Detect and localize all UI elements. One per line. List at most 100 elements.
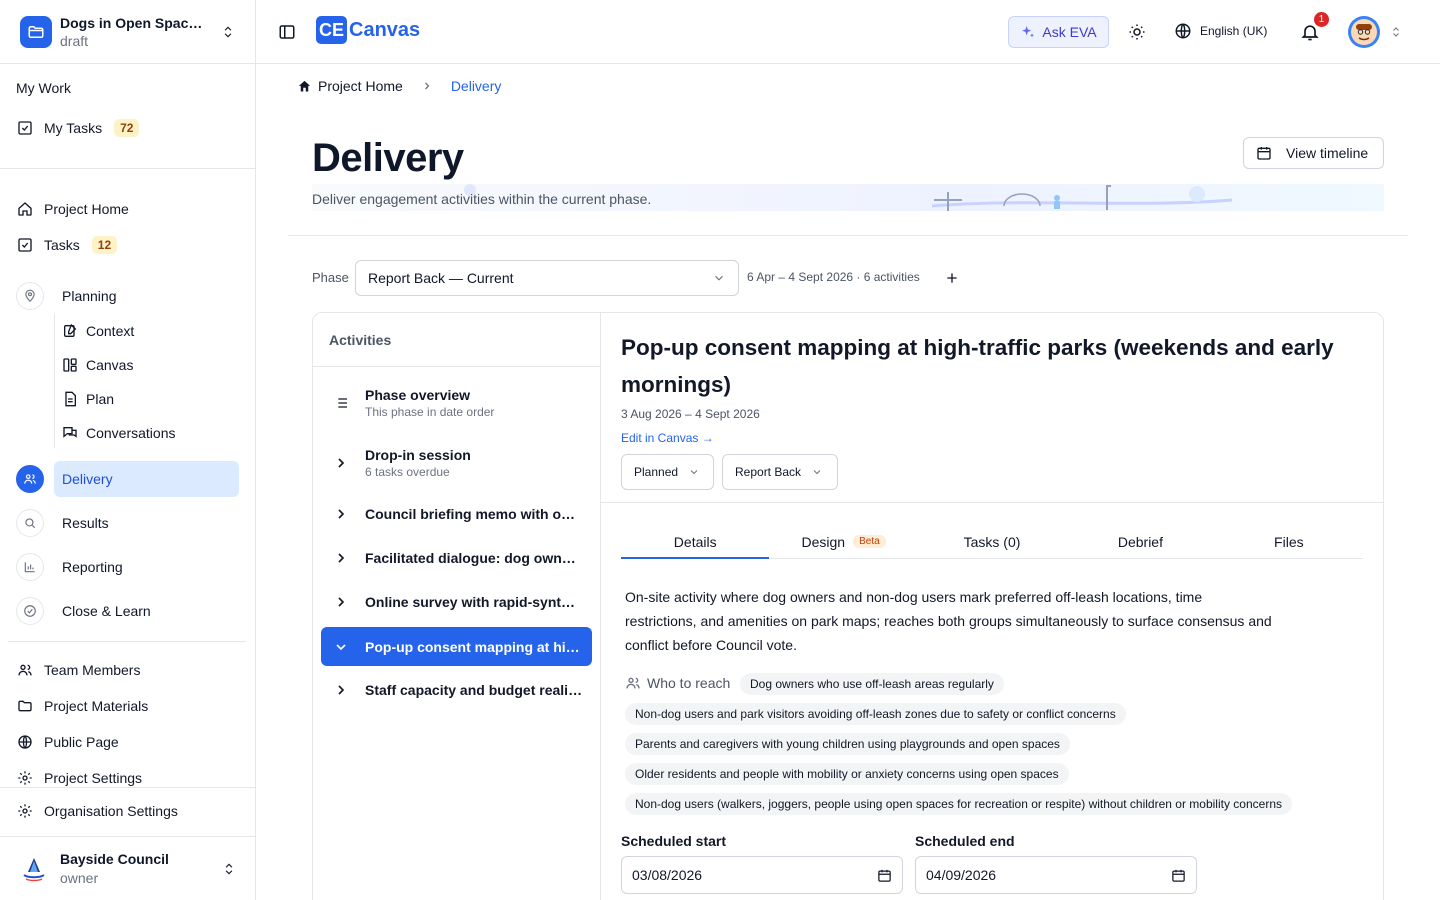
phase-assign-select[interactable]: Report Back	[722, 454, 838, 490]
nav-planning[interactable]: Planning	[16, 280, 117, 312]
nav-my-tasks[interactable]: My Tasks 72	[16, 116, 140, 140]
ask-eva-label: Ask EVA	[1042, 24, 1097, 40]
audience-chip: Parents and caregivers with young childr…	[625, 733, 1070, 755]
audience-chip: Older residents and people with mobility…	[625, 763, 1069, 785]
chevron-down-icon	[811, 466, 823, 478]
nav-reporting[interactable]: Reporting	[16, 551, 123, 583]
home-icon	[16, 200, 34, 218]
tab-tasks[interactable]: Tasks (0)	[918, 525, 1066, 558]
scheduled-end-input[interactable]: 04/09/2026	[915, 856, 1197, 894]
tab-files[interactable]: Files	[1215, 525, 1363, 558]
tab-details[interactable]: Details	[621, 525, 770, 559]
page-title: Delivery	[312, 136, 464, 180]
nav-project-settings-label: Project Settings	[44, 770, 143, 786]
globe-icon	[1174, 22, 1192, 40]
nav-conversations[interactable]: Conversations	[62, 423, 176, 443]
chevron-right-icon	[333, 682, 349, 698]
activity-item[interactable]: Staff capacity and budget reality check	[321, 679, 592, 701]
document-icon	[62, 391, 78, 407]
org-name: Bayside Council	[60, 851, 169, 867]
nav-delivery[interactable]: Delivery	[16, 463, 113, 495]
org-switcher[interactable]: Bayside Council owner	[0, 836, 256, 900]
avatar	[1348, 16, 1380, 48]
add-activity-icon[interactable]	[944, 270, 960, 286]
activity-panel: Activities Phase overview This phase in …	[312, 312, 1384, 900]
search-icon	[16, 509, 44, 537]
activity-detail-title: Pop-up consent mapping at high-traffic p…	[621, 335, 1334, 397]
activity-title: Drop-in session	[365, 447, 471, 463]
notifications-button[interactable]: 1	[1300, 12, 1329, 42]
tab-debrief[interactable]: Debrief	[1066, 525, 1214, 558]
user-menu[interactable]	[1348, 16, 1402, 48]
breadcrumb: Project Home Delivery	[297, 78, 501, 94]
nav-close-learn[interactable]: Close & Learn	[16, 595, 151, 627]
layout-icon	[62, 357, 78, 373]
status-select-value: Planned	[634, 465, 679, 479]
nav-context[interactable]: Context	[62, 321, 134, 341]
nav-delivery-label: Delivery	[62, 471, 113, 487]
view-timeline-button[interactable]: View timeline	[1243, 137, 1384, 169]
nav-canvas[interactable]: Canvas	[62, 355, 133, 375]
activity-item-selected[interactable]: Pop-up consent mapping at high-traffic p…	[321, 627, 592, 666]
scheduled-end-label: Scheduled end	[915, 833, 1015, 849]
phase-overview-title: Phase overview	[365, 387, 471, 403]
breadcrumb-current: Delivery	[450, 78, 502, 94]
nav-organisation-settings-label: Organisation Settings	[44, 803, 178, 819]
nav-tasks-label: Tasks	[44, 237, 80, 253]
activity-item[interactable]: Drop-in session 6 tasks overdue	[321, 443, 592, 483]
theme-toggle-icon[interactable]	[1128, 23, 1146, 41]
list-icon	[333, 395, 349, 411]
project-switcher[interactable]: Dogs in Open Space Management draft	[0, 0, 255, 64]
activity-detail: Pop-up consent mapping at high-traffic p…	[601, 313, 1383, 900]
nav-project-materials[interactable]: Project Materials	[16, 694, 148, 718]
activity-item[interactable]: Council briefing memo with options analy…	[321, 503, 592, 525]
nav-plan[interactable]: Plan	[62, 389, 114, 409]
activity-item[interactable]: Facilitated dialogue: dog owners and par…	[321, 547, 592, 569]
breadcrumb-project-home[interactable]: Project Home	[318, 78, 403, 94]
chevron-down-icon	[712, 271, 726, 285]
phase-overview-item[interactable]: Phase overview This phase in date order	[321, 383, 592, 423]
who-to-reach-label: Who to reach	[647, 675, 731, 691]
activity-item[interactable]: Online survey with rapid-synthesis repor…	[321, 591, 592, 613]
nav-my-tasks-label: My Tasks	[44, 120, 103, 136]
nav-tasks[interactable]: Tasks 12	[16, 233, 118, 257]
activity-title: Facilitated dialogue: dog owners and par…	[365, 550, 583, 566]
status-select[interactable]: Planned	[621, 454, 714, 490]
language-selector[interactable]: English (UK)	[1174, 22, 1267, 40]
tab-tasks-label: Tasks (0)	[963, 533, 1021, 550]
divider	[8, 641, 246, 642]
audience-chip: Non-dog users and park visitors avoiding…	[625, 703, 1126, 725]
phase-overview-sub: This phase in date order	[365, 405, 495, 419]
tab-files-label: Files	[1274, 533, 1304, 550]
users-icon	[16, 661, 34, 679]
tab-design[interactable]: Design Beta	[769, 525, 917, 558]
ask-eva-button[interactable]: Ask EVA	[1008, 16, 1109, 48]
nav-organisation-settings[interactable]: Organisation Settings	[16, 799, 178, 823]
phase-label: Phase	[312, 270, 349, 285]
calendar-icon[interactable]	[1171, 868, 1186, 883]
chevron-right-icon	[333, 550, 349, 566]
calendar-icon[interactable]	[877, 868, 892, 883]
nav-results[interactable]: Results	[16, 507, 109, 539]
chevron-right-icon	[421, 80, 433, 92]
nav-context-label: Context	[86, 323, 135, 339]
scheduled-start-input[interactable]: 03/08/2026	[621, 856, 903, 894]
org-role: owner	[60, 870, 99, 886]
tab-design-label: Design	[801, 533, 846, 550]
phase-select[interactable]: Report Back — Current	[355, 260, 739, 296]
divider	[0, 787, 256, 788]
project-status: draft	[60, 32, 89, 49]
nav-team-members[interactable]: Team Members	[16, 658, 140, 682]
gear-icon	[16, 769, 34, 787]
activity-title: Pop-up consent mapping at high-traffic p…	[365, 638, 583, 655]
edit-in-canvas-link[interactable]: Edit in Canvas →	[621, 431, 714, 445]
folder-icon	[16, 697, 34, 715]
nav-project-home[interactable]: Project Home	[16, 197, 129, 221]
notification-count-badge: 1	[1314, 12, 1329, 27]
divider	[288, 235, 1408, 236]
app-logo[interactable]: CE Canvas	[316, 16, 420, 44]
sparkle-icon	[1020, 24, 1036, 40]
sidebar-toggle-icon[interactable]	[278, 23, 296, 41]
nav-public-page[interactable]: Public Page	[16, 730, 119, 754]
calendar-icon	[1256, 145, 1272, 161]
